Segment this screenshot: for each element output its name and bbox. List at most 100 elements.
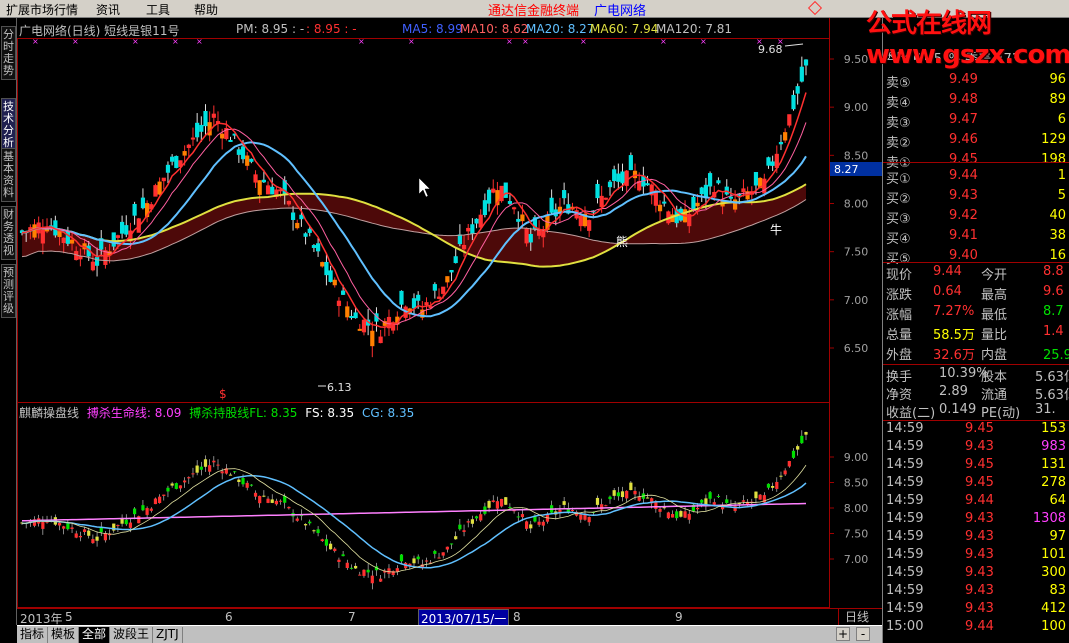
candle-body xyxy=(562,190,567,199)
stat-value: 0.64 xyxy=(933,284,962,299)
tab-template[interactable]: 模板 xyxy=(48,627,80,643)
tab-wave-king[interactable]: 波段王 xyxy=(110,627,154,643)
ind-bar xyxy=(303,524,308,526)
ind-bar xyxy=(741,500,746,502)
tick-price: 9.45 xyxy=(965,475,994,490)
candle-body xyxy=(470,224,475,234)
date-label-jun: 6 xyxy=(225,610,233,624)
dollar-signal-label: $ xyxy=(219,387,227,401)
candle-body xyxy=(328,270,333,282)
ind-bar xyxy=(220,471,224,474)
ind-bar xyxy=(191,473,195,475)
tick-volume: 83 xyxy=(1049,583,1066,598)
candle-body xyxy=(353,312,358,319)
tick-time: 14:59 xyxy=(886,457,924,472)
zoom-out-button[interactable]: - xyxy=(856,627,870,641)
candle-body xyxy=(783,132,788,141)
candle-body xyxy=(787,114,792,126)
candle-body xyxy=(174,155,179,168)
candle-body xyxy=(657,204,663,212)
candle-body xyxy=(61,237,66,244)
ind-bar xyxy=(237,479,241,483)
period-daily-button[interactable]: 日线 xyxy=(838,608,882,625)
candle-body xyxy=(140,197,146,209)
tick-volume: 1308 xyxy=(1032,511,1066,526)
stat-key: 最低 xyxy=(981,308,1008,323)
tab-zjtj[interactable]: ZJTJ xyxy=(153,627,183,643)
ask-label: 卖④ xyxy=(886,96,911,111)
price-tick-label: 7.50 xyxy=(844,246,869,259)
ind-bar xyxy=(474,516,479,519)
bid-volume: 1 xyxy=(1057,168,1066,183)
bid-row: 买③ 9.42 40 xyxy=(883,208,1069,227)
candle-body xyxy=(349,316,354,319)
ind-bar xyxy=(195,465,199,473)
ind-bar xyxy=(504,497,508,505)
ind-bar xyxy=(345,562,349,568)
tick-volume: 412 xyxy=(1041,601,1066,616)
ind-bar xyxy=(579,514,583,520)
ind-bar xyxy=(137,516,141,524)
price-tick-label: 7.00 xyxy=(844,294,869,307)
bid-price: 9.41 xyxy=(949,228,978,243)
candle-body xyxy=(341,290,346,295)
ind-bar xyxy=(700,499,704,503)
candle-body xyxy=(195,122,200,138)
stat-key: 最高 xyxy=(981,288,1008,303)
tick-volume: 64 xyxy=(1049,493,1066,508)
candle-body xyxy=(416,294,421,301)
zoom-in-button[interactable]: + xyxy=(836,627,850,641)
bid-label: 买① xyxy=(886,172,911,187)
last-price-tag-label: 8.27 xyxy=(834,163,859,176)
indicator-cg: CG: 8.35 xyxy=(361,406,415,420)
top-marker: × xyxy=(522,37,529,46)
tick-row: 14:59 9.45 278 xyxy=(883,475,1069,493)
ind-bar xyxy=(316,529,320,534)
candle-body xyxy=(628,155,633,171)
candle-body xyxy=(728,196,734,199)
date-axis: 2013年 5 6 7 2013/07/15/一 8 9 xyxy=(17,608,882,628)
ask-volume: 198 xyxy=(1041,152,1066,167)
tick-price: 9.43 xyxy=(965,511,994,526)
kline-chart[interactable]: 9.50 9.00 8.50 8.00 7.50 7.00 6.50 9.00 8.50 8.00… xyxy=(0,0,882,608)
stat-key: 量比 xyxy=(981,328,1008,343)
ind-bar xyxy=(153,498,158,505)
ask-row: 卖⑤ 9.49 96 xyxy=(883,72,1069,91)
ind-bar xyxy=(725,499,729,503)
ind-bar xyxy=(212,460,216,463)
ind-bar xyxy=(270,499,274,503)
candle-body xyxy=(695,202,700,207)
ind-bar xyxy=(541,521,545,526)
stat-value: 8.8 xyxy=(1043,264,1064,279)
candle-body xyxy=(357,328,362,331)
candle-body xyxy=(257,180,262,195)
ind-bar xyxy=(675,511,679,519)
candle-body xyxy=(691,196,696,211)
bid-volume: 16 xyxy=(1049,248,1066,263)
tick-time: 14:59 xyxy=(886,421,924,436)
tick-row: 14:59 9.44 64 xyxy=(883,493,1069,511)
ind-bar xyxy=(41,522,45,529)
bottom-tab-bar: 指标 模板 全部 波段王 ZJTJ xyxy=(17,625,882,643)
tick-time: 14:59 xyxy=(886,475,924,490)
ind-bar xyxy=(462,530,466,532)
ind-bar xyxy=(266,498,270,503)
candle-body xyxy=(103,250,108,265)
finance-key: 换手 xyxy=(886,370,913,385)
ind-bar xyxy=(633,490,637,495)
candle-body xyxy=(662,201,667,204)
ask-price: 9.47 xyxy=(949,112,978,127)
ind-bar xyxy=(687,513,691,520)
price-tick-label: 6.50 xyxy=(844,342,869,355)
ask-row: 卖③ 9.47 6 xyxy=(883,112,1069,131)
tick-volume: 983 xyxy=(1041,439,1066,454)
tab-indicator[interactable]: 指标 xyxy=(17,627,49,643)
ma5-line xyxy=(21,92,807,328)
top-marker: × xyxy=(506,37,513,46)
ma5-label: MA5: 8.99 xyxy=(402,22,463,36)
price-tick-label: 8.50 xyxy=(844,149,869,162)
tab-all[interactable]: 全部 xyxy=(79,627,111,643)
ind-bar xyxy=(441,552,445,556)
candle-body xyxy=(741,188,746,193)
ind-bar xyxy=(62,526,66,529)
